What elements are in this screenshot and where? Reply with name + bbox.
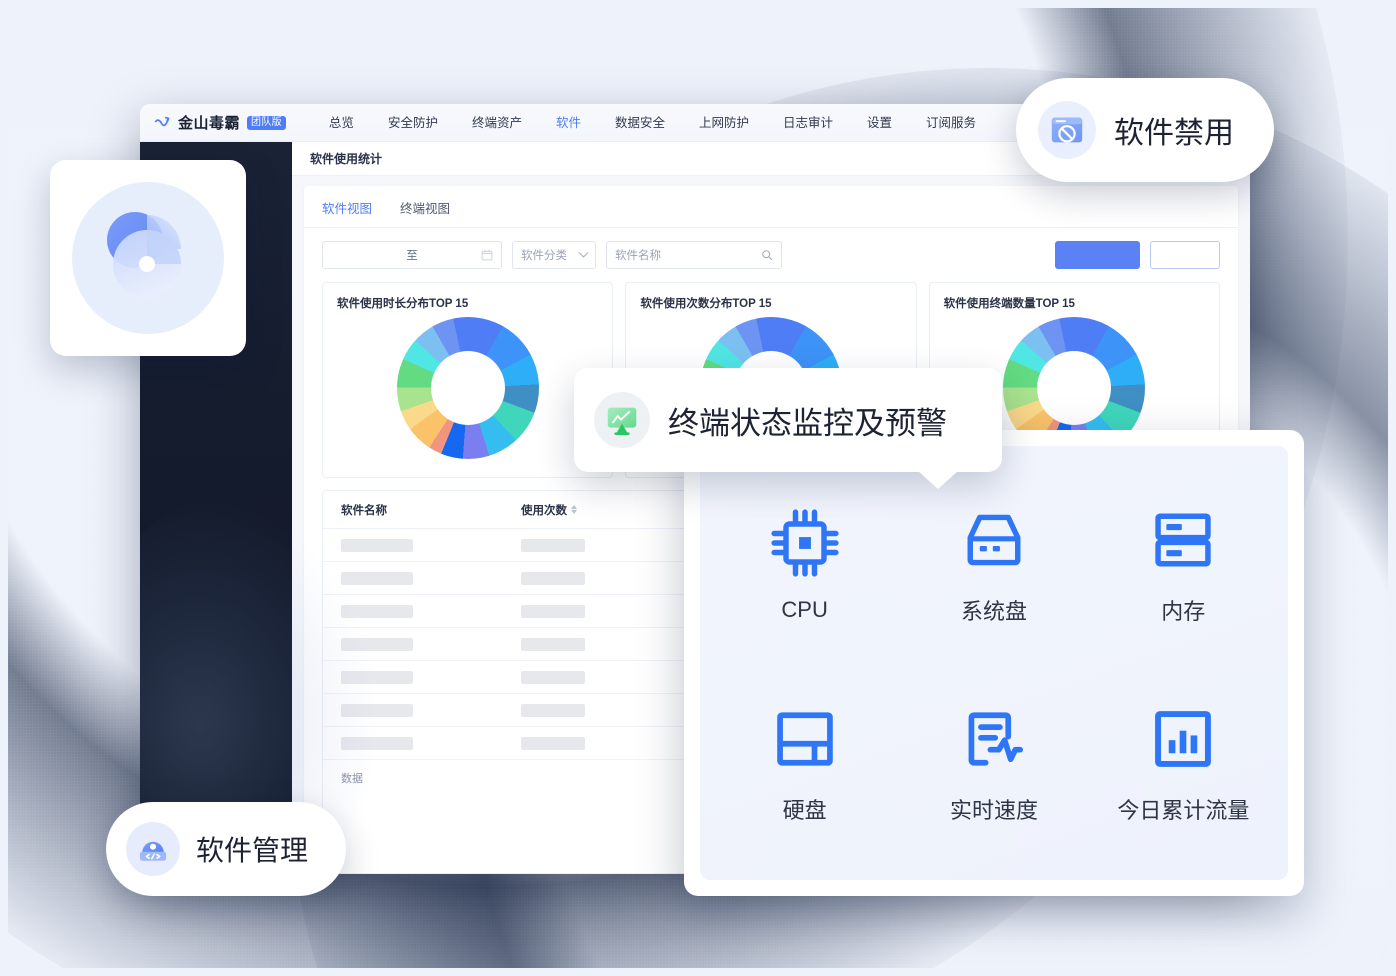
- memory-rack-icon: [1145, 502, 1221, 578]
- metric-traffic-bar-chart[interactable]: 今日累计流量: [1117, 701, 1249, 825]
- column-label: 使用次数: [521, 504, 567, 517]
- screenshot-root: 金山毒霸 团队版 总览 安全防护 终端资产 软件 数据安全 上网防护 日志审计 设置 订阅服务 …: [0, 0, 1396, 976]
- sort-arrows-icon[interactable]: [571, 505, 577, 514]
- skeleton-cell: [521, 637, 585, 651]
- chip-software-manage[interactable]: 软件管理: [106, 802, 347, 896]
- metric-label: 今日累计流量: [1117, 797, 1250, 823]
- nav-item-7[interactable]: 设置: [850, 104, 909, 142]
- realtime-speed-icon: [956, 701, 1032, 777]
- nav-item-4[interactable]: 数据安全: [598, 104, 682, 142]
- donut-chart[interactable]: [396, 317, 539, 459]
- callout-label: 终端状态监控及预警: [668, 405, 947, 441]
- skeleton-cell: [341, 538, 413, 552]
- nav-item-2[interactable]: 终端资产: [455, 104, 539, 142]
- metric-label: CPU: [781, 596, 828, 622]
- nav-item-0[interactable]: 总览: [312, 104, 371, 142]
- pie-chart-overlap-icon: [107, 212, 181, 298]
- metric-system-drive[interactable]: 系统盘: [956, 502, 1032, 626]
- chevron-down-icon: [578, 247, 589, 258]
- software-name-search[interactable]: 软件名称: [606, 241, 782, 269]
- pie-chart-feature-card: [50, 160, 246, 356]
- callout-terminal-monitoring[interactable]: 终端状态监控及预警: [574, 368, 1002, 489]
- app-edition-badge: 团队版: [247, 115, 286, 130]
- app-logo-text: 金山毒霸: [178, 115, 241, 132]
- chart-card-title: 软件使用终端数量TOP 15: [943, 298, 1075, 310]
- view-tabs: 软件视图 终端视图: [304, 186, 1238, 228]
- skeleton-cell: [521, 538, 585, 552]
- donut-chart-wrap: [323, 317, 612, 459]
- metric-realtime-speed[interactable]: 实时速度: [950, 701, 1038, 825]
- nav-item-3[interactable]: 软件: [539, 104, 598, 142]
- pie-card-circle-bg: [72, 182, 224, 334]
- swoosh-check-icon: [154, 116, 170, 127]
- view-tab-0[interactable]: 软件视图: [322, 198, 372, 227]
- chart-card-0: 软件使用时长分布TOP 15: [322, 282, 614, 478]
- chart-card-title: 软件使用次数分布TOP 15: [640, 298, 772, 310]
- skeleton-cell: [521, 604, 585, 618]
- hard-disk-icon: [767, 701, 843, 777]
- reset-button[interactable]: [1150, 241, 1220, 269]
- system-drive-icon: [956, 502, 1032, 578]
- metric-label: 内存: [1161, 598, 1206, 624]
- main-nav: 总览 安全防护 终端资产 软件 数据安全 上网防护 日志审计 设置 订阅服务: [312, 104, 993, 142]
- nav-item-5[interactable]: 上网防护: [682, 104, 766, 142]
- metric-cpu-chip[interactable]: CPU: [767, 505, 843, 623]
- chip-software-disable[interactable]: 软件禁用: [1016, 78, 1274, 182]
- nav-item-1[interactable]: 安全防护: [371, 104, 455, 142]
- terminal-monitor-panel: CPU 系统盘 内存硬盘 实时速度 今日累计流量: [684, 430, 1304, 896]
- nav-item-6[interactable]: 日志审计: [766, 104, 850, 142]
- column-header-usage-count[interactable]: 使用次数: [521, 502, 711, 518]
- date-range-separator: 至: [406, 250, 418, 262]
- app-logo[interactable]: 金山毒霸 团队版: [154, 112, 286, 133]
- search-button[interactable]: [1055, 241, 1140, 269]
- window-blocked-icon: [1038, 101, 1096, 159]
- chip-software-disable-label: 软件禁用: [1114, 117, 1234, 150]
- metric-label: 系统盘: [960, 598, 1027, 624]
- category-select[interactable]: 软件分类: [512, 241, 596, 269]
- skeleton-cell: [521, 736, 585, 750]
- skeleton-cell: [521, 703, 585, 717]
- date-range-input[interactable]: 至: [322, 241, 502, 269]
- monitor-metrics-grid: CPU 系统盘 内存硬盘 实时速度 今日累计流量: [700, 446, 1288, 880]
- software-name-placeholder: 软件名称: [615, 250, 661, 262]
- cpu-chip-icon: [767, 505, 843, 581]
- monitor-chart-icon: [594, 392, 650, 448]
- chip-software-manage-label: 软件管理: [196, 835, 309, 866]
- skeleton-cell: [521, 571, 585, 585]
- filter-toolbar: 至 软件分类 软件名称: [304, 228, 1238, 282]
- metric-label: 实时速度: [949, 797, 1038, 823]
- column-label: 软件名称: [341, 504, 387, 517]
- callout-tail: [918, 471, 958, 489]
- column-header-software-name[interactable]: 软件名称: [341, 502, 521, 518]
- code-package-icon: [126, 822, 180, 876]
- metric-label: 硬盘: [782, 797, 827, 823]
- category-select-value: 软件分类: [521, 250, 567, 262]
- view-tab-1[interactable]: 终端视图: [400, 198, 450, 227]
- metric-hard-disk[interactable]: 硬盘: [767, 701, 843, 825]
- search-icon: [762, 250, 772, 260]
- skeleton-cell: [521, 670, 585, 684]
- traffic-bar-chart-icon: [1145, 701, 1221, 777]
- metric-memory-rack[interactable]: 内存: [1145, 502, 1221, 626]
- calendar-icon: [481, 249, 493, 261]
- nav-item-8[interactable]: 订阅服务: [909, 104, 993, 142]
- chart-card-title: 软件使用时长分布TOP 15: [337, 298, 469, 310]
